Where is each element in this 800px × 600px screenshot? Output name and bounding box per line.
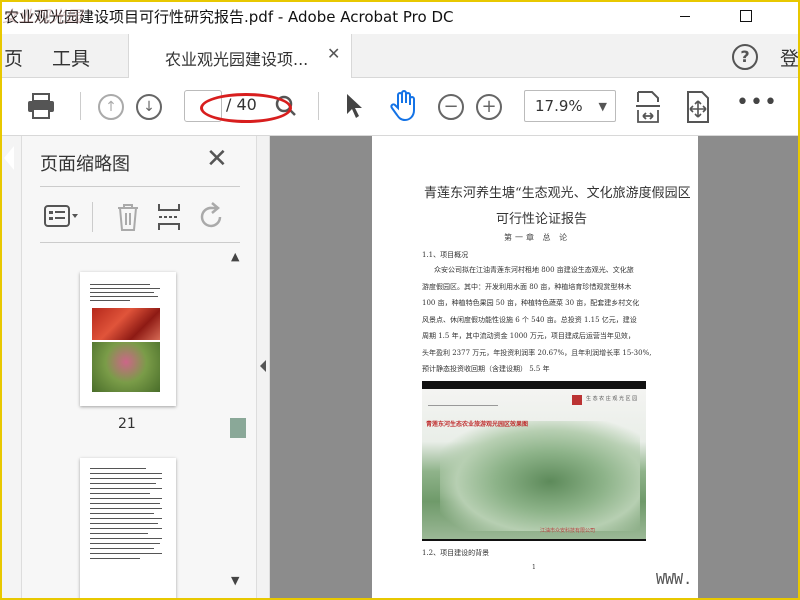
close-icon[interactable]: ✕ bbox=[327, 44, 340, 63]
scrollbar-thumb[interactable] bbox=[230, 418, 246, 438]
pdf-page: 青莲东河养生塘“生态观光、文化旅游度假园区 可行性论证报告 第一章 总 论 1.… bbox=[372, 136, 698, 600]
page-mark: 1 bbox=[532, 564, 536, 571]
paragraph-line: 100 亩，种植特色果园 50 亩，种植特色蔬菜 30 亩，配套建乡村文化 bbox=[422, 299, 640, 307]
help-icon[interactable]: ? bbox=[732, 44, 758, 70]
logo-icon bbox=[572, 395, 582, 405]
ellipsis-icon[interactable]: ••• bbox=[736, 90, 778, 115]
minimize-button[interactable] bbox=[672, 4, 700, 28]
menu-home[interactable]: 页 bbox=[4, 44, 23, 71]
navigation-strip bbox=[0, 136, 22, 600]
menu-tools[interactable]: 工具 bbox=[52, 44, 90, 71]
hand-icon[interactable] bbox=[390, 90, 418, 122]
document-view[interactable]: 青莲东河养生塘“生态观光、文化旅游度假园区 可行性论证报告 第一章 总 论 1.… bbox=[270, 136, 800, 600]
panel-splitter[interactable] bbox=[256, 136, 270, 600]
aerial-rendering-image: 生 态 农 庄 观 光 区 园 青莲东河生态农业旅游观光园区效果图 江油市众安科… bbox=[422, 381, 646, 541]
tab-bar: 页 工具 农业观光园建设项... ✕ ? 登 bbox=[0, 34, 800, 78]
section-heading: 1.1、项目概况 bbox=[422, 251, 469, 259]
paragraph-line: 风景点、休闲度假功能性设施 6 个 540 亩。总投资 1.15 亿元，建设 bbox=[422, 315, 637, 324]
paragraph-line: 周期 1.5 年，其中流动资金 1000 万元，项目建成后运营当年见效， bbox=[422, 332, 635, 340]
body-paragraph: 众安公司拟在江油青莲东河村租地 800 亩建设生态观光、文化旅 游度假园区。其中… bbox=[422, 262, 658, 378]
paragraph-line: 游度假园区。其中：开发利用水面 80 亩，种植培育珍惜观赏型林木 bbox=[422, 282, 632, 291]
fit-page-icon[interactable] bbox=[634, 90, 662, 124]
watermark-overlay: 女业观光园 bbox=[2, 7, 83, 26]
arrow-up-circle-icon[interactable]: ↑ bbox=[98, 94, 124, 120]
section-heading: 1.2、项目建设的背景 bbox=[422, 549, 490, 557]
image-logo-text: 生 态 农 庄 观 光 区 园 bbox=[586, 396, 638, 402]
panel-title: 页面缩略图 bbox=[40, 154, 130, 175]
paragraph-line: 众安公司拟在江油青莲东河村租地 800 亩建设生态观光、文化旅 bbox=[434, 266, 634, 274]
chevron-down-icon: ▼ bbox=[598, 100, 607, 113]
scroll-mode-icon[interactable] bbox=[684, 90, 712, 124]
page-thumbnail[interactable] bbox=[80, 458, 176, 600]
page-thumbnail[interactable] bbox=[80, 272, 176, 406]
panel-toolbar bbox=[40, 196, 240, 240]
zoom-select[interactable]: 17.9% ▼ bbox=[524, 90, 616, 122]
chevron-down-icon[interactable]: ▼ bbox=[231, 574, 239, 587]
chapter-heading: 第一章 总 论 bbox=[504, 233, 571, 242]
toolbar: ↑ ↓ / 40 − + 17.9% ▼ ••• bbox=[0, 78, 800, 136]
paragraph-line: 头年盈利 2377 万元，年投资利润率 20.67%，且年利润增长率 15-30… bbox=[422, 348, 652, 357]
plus-circle-icon[interactable]: + bbox=[476, 94, 502, 120]
zoom-value: 17.9% bbox=[535, 97, 583, 115]
document-subtitle: 可行性论证报告 bbox=[496, 212, 588, 227]
close-icon[interactable]: ✕ bbox=[206, 144, 228, 174]
paragraph-line: 预计静态投资收回期（含建设期） 5.5 年 bbox=[422, 365, 550, 373]
thumbnail-image bbox=[92, 342, 160, 392]
login-button[interactable]: 登 bbox=[780, 44, 799, 71]
image-caption: 青莲东河生态农业旅游观光园区效果图 bbox=[426, 421, 529, 428]
insert-page-icon[interactable] bbox=[156, 202, 182, 232]
arrow-down-circle-icon[interactable]: ↓ bbox=[136, 94, 162, 120]
rotate-icon[interactable] bbox=[198, 202, 226, 232]
watermark-text: WWW. bbox=[656, 570, 693, 588]
document-title: 青莲东河养生塘“生态观光、文化旅游度假园区 bbox=[424, 186, 691, 201]
chevron-up-icon[interactable]: ▲ bbox=[231, 250, 239, 263]
document-tab[interactable]: 农业观光园建设项... ✕ bbox=[128, 34, 352, 78]
printer-icon[interactable] bbox=[26, 92, 56, 120]
cursor-icon[interactable] bbox=[344, 92, 364, 120]
thumbnail-scrollbar[interactable]: ▲ ▼ bbox=[228, 248, 246, 592]
page-number-annotation-oval bbox=[200, 93, 292, 123]
thumbnail-options-icon[interactable] bbox=[44, 204, 80, 228]
image-credit: 江油市众安科技有限公司 bbox=[540, 528, 596, 534]
document-tab-label: 农业观光园建设项... bbox=[165, 50, 309, 69]
trash-icon[interactable] bbox=[116, 202, 140, 232]
thumbnail-page-number: 21 bbox=[118, 416, 136, 432]
maximize-button[interactable] bbox=[732, 4, 760, 28]
thumbnail-image bbox=[92, 308, 160, 340]
minus-circle-icon[interactable]: − bbox=[438, 94, 464, 120]
title-bar: 农业观光园建设项目可行性研究报告.pdf - Adobe Acrobat Pro… bbox=[0, 0, 800, 34]
thumbnails-panel: 页面缩略图 ✕ 21 ▲ ▼ bbox=[22, 136, 256, 600]
